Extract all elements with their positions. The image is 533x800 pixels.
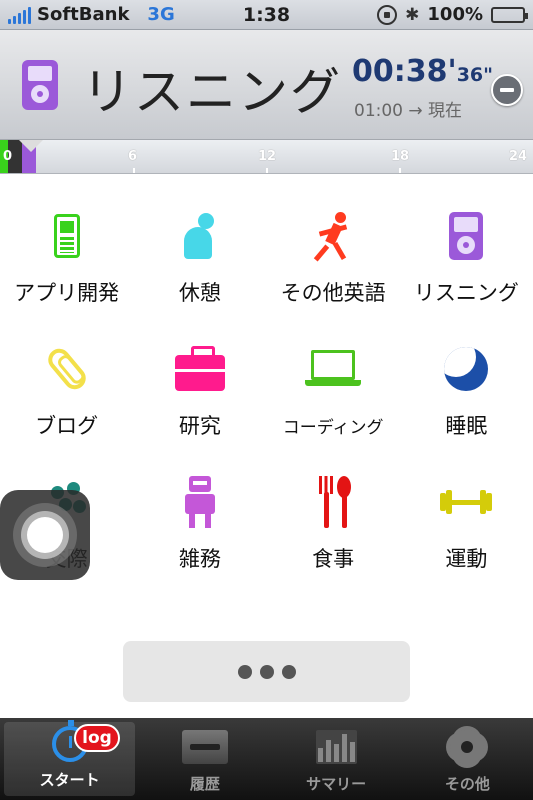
timeline-tick xyxy=(133,168,135,173)
paperclip-icon xyxy=(43,344,90,394)
tray-icon xyxy=(181,730,228,764)
timeline-tick xyxy=(266,168,268,173)
tab-summary[interactable]: サマリー xyxy=(271,718,402,800)
robot-icon xyxy=(181,476,219,528)
elapsed-timer: 00:38'36" xyxy=(352,54,493,89)
resting-person-icon xyxy=(180,213,220,259)
battery-percent: 100% xyxy=(427,4,483,25)
carrier-name: SoftBank xyxy=(37,4,130,25)
tab-history[interactable]: 履歴 xyxy=(139,718,270,800)
elapsed-seconds: 36" xyxy=(456,64,494,86)
tab-label: その他 xyxy=(444,775,490,793)
start-time-range: 01:00 → 現在 xyxy=(354,101,463,121)
activity-label: コーディング xyxy=(282,418,384,438)
cutlery-icon xyxy=(313,476,353,528)
timeline-tick-label: 24 xyxy=(509,149,528,164)
moon-icon xyxy=(444,347,489,391)
activity-label: 食事 xyxy=(312,547,355,571)
current-activity-header: リスニング 00:38'36" 01:00 → 現在 xyxy=(0,30,533,140)
network-type: 3G xyxy=(147,4,175,25)
status-bar: SoftBank 3G 1:38 ✱ 100% xyxy=(0,0,533,30)
runner-icon xyxy=(313,212,353,262)
activity-label: その他英語 xyxy=(280,281,386,305)
activity-button-blog[interactable]: ブログ xyxy=(0,323,133,456)
activity-label: 睡眠 xyxy=(445,414,488,438)
timeline-pointer-icon xyxy=(19,140,43,152)
ipod-icon xyxy=(22,60,58,110)
activity-button-meal[interactable]: 食事 xyxy=(267,456,400,589)
timeline-tick-label: 18 xyxy=(391,149,410,164)
briefcase-icon xyxy=(174,346,225,391)
laptop-icon xyxy=(305,350,362,388)
elapsed-main: 00:38' xyxy=(352,54,457,89)
activity-button-sleep[interactable]: 睡眠 xyxy=(400,323,533,456)
day-timeline[interactable]: 0 6 12 18 24 xyxy=(0,140,533,174)
bluetooth-icon: ✱ xyxy=(405,4,420,25)
current-activity-title: リスニング xyxy=(82,63,342,121)
tab-label: 履歴 xyxy=(189,775,220,793)
more-activities-button[interactable] xyxy=(123,641,410,702)
signal-strength-icon xyxy=(8,6,31,24)
timeline-tick-label: 12 xyxy=(258,149,277,164)
tab-other[interactable]: その他 xyxy=(402,718,533,800)
assistive-touch-button[interactable] xyxy=(0,490,90,580)
battery-icon xyxy=(491,6,528,23)
activity-button-exercise[interactable]: 運動 xyxy=(400,456,533,589)
tab-label: スタート xyxy=(39,771,100,789)
timeline-tick-label: 0 xyxy=(3,149,13,164)
phone-icon xyxy=(53,214,80,258)
ipod-icon xyxy=(449,212,484,260)
activity-label: 運動 xyxy=(445,547,488,571)
activity-label: リスニング xyxy=(413,281,519,305)
activity-label: ブログ xyxy=(35,414,99,438)
bar-chart-icon xyxy=(315,730,357,764)
activity-button-rest[interactable]: 休憩 xyxy=(133,190,266,323)
tab-label: サマリー xyxy=(306,775,367,793)
activity-button-listening[interactable]: リスニング xyxy=(400,190,533,323)
ellipsis-icon xyxy=(237,664,252,679)
timeline-tick-label: 6 xyxy=(128,149,138,164)
tab-start[interactable]: log スタート xyxy=(4,719,136,796)
gear-icon xyxy=(450,730,485,764)
activity-label: 雑務 xyxy=(178,547,221,571)
activity-label: 休憩 xyxy=(178,281,221,305)
activity-button-chores[interactable]: 雑務 xyxy=(133,456,266,589)
activity-button-other-english[interactable]: その他英語 xyxy=(267,190,400,323)
activity-label: 研究 xyxy=(178,414,221,438)
activity-button-research[interactable]: 研究 xyxy=(133,323,266,456)
activity-label: アプリ開発 xyxy=(14,281,120,305)
tab-bar: log スタート 履歴 サマリー その他 xyxy=(0,718,533,800)
timeline-tick xyxy=(399,168,401,173)
activity-button-app-dev[interactable]: アプリ開発 xyxy=(0,190,133,323)
activity-button-coding[interactable]: コーディング xyxy=(267,323,400,456)
stop-activity-button[interactable] xyxy=(491,74,523,106)
log-badge: log xyxy=(74,724,120,752)
dumbbell-icon xyxy=(440,489,493,515)
rotation-lock-icon xyxy=(377,4,398,25)
